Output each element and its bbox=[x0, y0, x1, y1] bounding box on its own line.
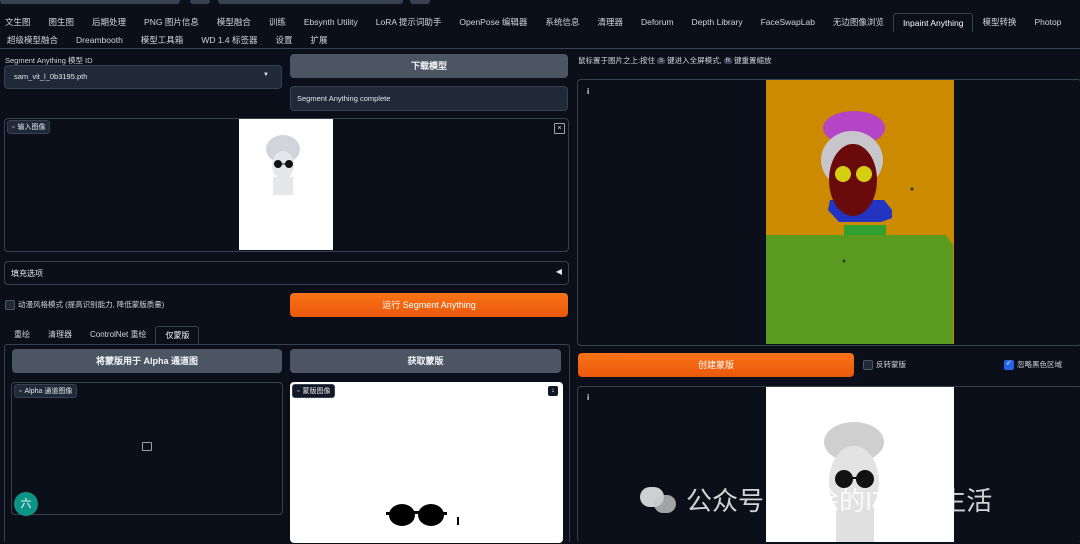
tab-inpaint-anything[interactable]: Inpaint Anything bbox=[892, 13, 974, 32]
segmentation-panel[interactable]: i bbox=[577, 79, 1080, 346]
top-bar-stub bbox=[190, 0, 210, 4]
check-icon: ✓ bbox=[1006, 360, 1012, 367]
tab-image-browser[interactable]: 无边图像浏览 bbox=[824, 13, 893, 31]
tab-model-convert[interactable]: 模型转换 bbox=[973, 13, 1025, 31]
run-sam-button[interactable]: 运行 Segment Anything bbox=[290, 293, 568, 317]
main-tabs-row2: 超级模型融合 Dreambooth 模型工具箱 WD 1.4 标签器 设置 扩展 bbox=[0, 31, 1078, 49]
tab-train[interactable]: 训练 bbox=[260, 13, 295, 31]
info-icon: i bbox=[587, 87, 590, 96]
tab-merge[interactable]: 模型融合 bbox=[208, 13, 260, 31]
close-icon[interactable]: × bbox=[554, 123, 565, 134]
anime-mode-checkbox[interactable] bbox=[5, 300, 15, 310]
tab-img2img[interactable]: 图生图 bbox=[40, 13, 84, 31]
fill-options-accordion[interactable]: 填充选项 ◀ bbox=[4, 261, 569, 285]
tab-lora-helper[interactable]: LoRA 提示词助手 bbox=[367, 13, 451, 31]
input-image[interactable] bbox=[239, 119, 333, 250]
status-textbox: Segment Anything complete bbox=[290, 86, 568, 111]
ignore-black-label: 忽略黑色区域 bbox=[1017, 360, 1062, 369]
sunglasses-mask bbox=[386, 504, 459, 526]
create-mask-button[interactable]: 创建蒙版 bbox=[578, 353, 854, 377]
top-bar-stub bbox=[410, 0, 430, 4]
tab-model-toolkit[interactable]: 模型工具箱 bbox=[132, 31, 193, 49]
input-image-panel[interactable]: ▫ 输入图像 × bbox=[4, 118, 569, 252]
image-icon: ▫ bbox=[12, 123, 15, 131]
result-image[interactable] bbox=[766, 387, 954, 542]
top-bar-stub bbox=[0, 0, 180, 4]
wechat-icon bbox=[640, 485, 678, 515]
get-mask-button[interactable]: 获取蒙版 bbox=[290, 349, 561, 373]
input-image-label: ▫ 输入图像 bbox=[7, 120, 51, 134]
tab-openpose[interactable]: OpenPose 编辑器 bbox=[450, 13, 536, 31]
tab-png-info[interactable]: PNG 图片信息 bbox=[135, 13, 208, 31]
tab-faceswaplab[interactable]: FaceSwapLab bbox=[752, 13, 824, 31]
sam-model-value: sam_vit_l_0b3195.pth bbox=[14, 72, 88, 81]
tab-wd14-tagger[interactable]: WD 1.4 标签器 bbox=[192, 31, 266, 49]
tabs-divider bbox=[0, 48, 1080, 49]
info-icon: i bbox=[587, 393, 590, 402]
main-tabs-row1: 文生图 图生图 后期处理 PNG 图片信息 模型融合 训练 Ebsynth Ut… bbox=[0, 13, 1076, 32]
invert-mask-label: 反转蒙版 bbox=[876, 360, 906, 369]
segmentation-image[interactable] bbox=[766, 80, 954, 344]
key-r: R bbox=[723, 57, 733, 64]
status-text: Segment Anything complete bbox=[297, 94, 391, 103]
download-model-button[interactable]: 下载模型 bbox=[290, 54, 568, 78]
tab-sysinfo[interactable]: 系统信息 bbox=[536, 13, 588, 31]
image-placeholder-icon bbox=[142, 442, 152, 451]
tab-depth-library[interactable]: Depth Library bbox=[683, 13, 752, 31]
chevron-down-icon: ▼ bbox=[263, 72, 269, 78]
tab-ebsynth[interactable]: Ebsynth Utility bbox=[295, 13, 367, 31]
tab-super-merger[interactable]: 超级模型融合 bbox=[0, 31, 67, 49]
anime-mode-label: 动漫风格模式 (提高识别能力, 降低蒙版质量) bbox=[18, 300, 165, 309]
sam-model-dropdown[interactable]: sam_vit_l_0b3195.pth ▼ bbox=[4, 65, 282, 89]
subtab-cleaner[interactable]: 清理器 bbox=[39, 326, 81, 344]
watermark: 公众号 · 老徐的IT技术生活 bbox=[640, 481, 992, 518]
tab-photopea[interactable]: Photop bbox=[1025, 13, 1070, 31]
tab-extensions[interactable]: 扩展 bbox=[302, 31, 337, 49]
subtab-controlnet-inpaint[interactable]: ControlNet 重绘 bbox=[81, 326, 155, 344]
tab-extras[interactable]: 后期处理 bbox=[83, 13, 135, 31]
subtab-inpaint[interactable]: 重绘 bbox=[5, 326, 39, 344]
alpha-image-panel[interactable]: ▫ Alpha 通道图像 bbox=[11, 382, 283, 515]
floating-badge[interactable]: 六 bbox=[14, 492, 38, 516]
mask-image-panel[interactable]: ▫ 蒙版图像 ↓ bbox=[290, 382, 563, 543]
invert-mask-checkbox[interactable] bbox=[863, 360, 873, 370]
download-icon[interactable]: ↓ bbox=[548, 386, 558, 396]
fullscreen-hint: 鼠标置于图片之上:按住 S 键进入全屏模式, R 键重置缩放 bbox=[578, 56, 772, 65]
tab-dreambooth[interactable]: Dreambooth bbox=[67, 31, 132, 49]
tab-deforum[interactable]: Deforum bbox=[632, 13, 683, 31]
alpha-mask-button[interactable]: 将蒙版用于 Alpha 通道图 bbox=[12, 349, 282, 373]
alpha-image-label: ▫ Alpha 通道图像 bbox=[14, 384, 78, 398]
image-icon: ▫ bbox=[297, 387, 300, 395]
result-image-panel[interactable]: i bbox=[577, 386, 1080, 542]
subtab-mask-only[interactable]: 仅蒙版 bbox=[155, 326, 200, 345]
collapse-icon: ◀ bbox=[555, 267, 562, 276]
ignore-black-checkbox[interactable]: ✓ bbox=[1004, 360, 1014, 370]
image-icon: ▫ bbox=[19, 387, 22, 395]
top-bar-stub bbox=[218, 0, 403, 4]
tab-txt2img[interactable]: 文生图 bbox=[0, 13, 40, 31]
sub-tabs: 重绘 清理器 ControlNet 重绘 仅蒙版 bbox=[5, 326, 200, 345]
key-s: S bbox=[657, 57, 666, 64]
fill-options-label: 填充选项 bbox=[11, 269, 43, 278]
tab-settings[interactable]: 设置 bbox=[267, 31, 302, 49]
mask-image-label: ▫ 蒙版图像 bbox=[292, 384, 336, 398]
tab-cleaner[interactable]: 清理器 bbox=[588, 13, 632, 31]
